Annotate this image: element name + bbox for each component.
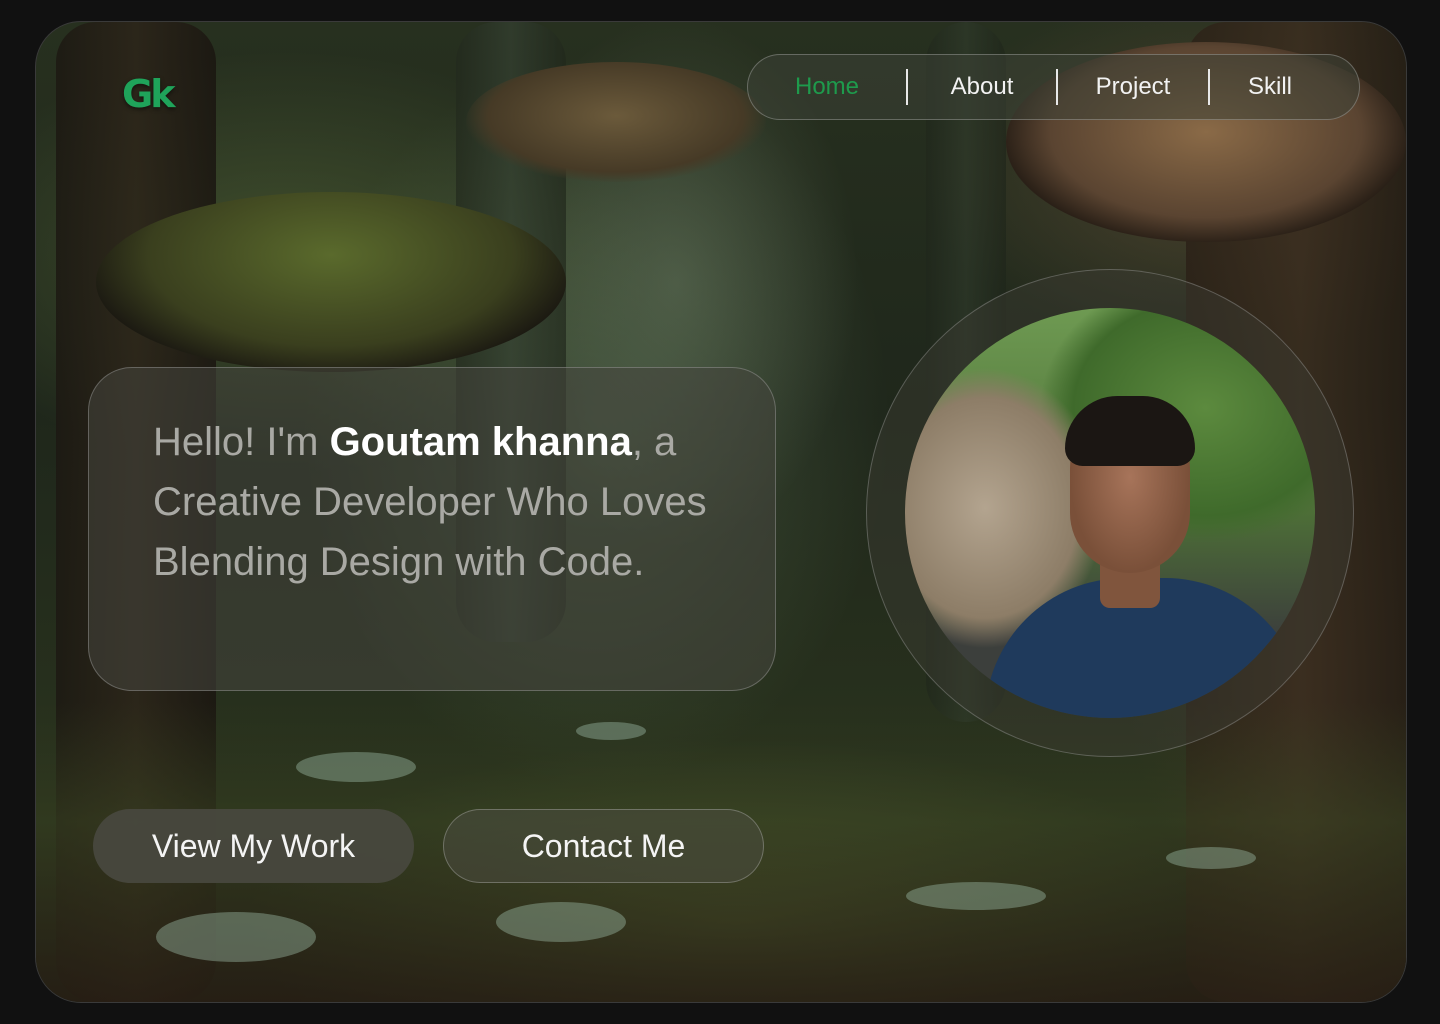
background-leaf	[296, 752, 416, 782]
nav-item-about[interactable]: About	[908, 73, 1056, 101]
background-leaf	[906, 882, 1046, 910]
nav-item-project[interactable]: Project	[1058, 73, 1208, 101]
hero-section: Gk Home About Project Skill Hello! I'm G…	[35, 21, 1407, 1003]
avatar-hair	[1065, 396, 1195, 466]
logo[interactable]: Gk	[122, 72, 175, 116]
view-my-work-button[interactable]: View My Work	[93, 809, 414, 883]
background-leaf	[496, 902, 626, 942]
background-leaf	[156, 912, 316, 962]
main-nav: Home About Project Skill	[747, 54, 1360, 120]
background-leaf	[1166, 847, 1256, 869]
background-leaf	[576, 722, 646, 740]
intro-card: Hello! I'm Goutam khanna, a Creative Dev…	[88, 367, 776, 691]
nav-item-skill[interactable]: Skill	[1210, 73, 1330, 101]
background-mushroom	[466, 62, 766, 182]
intro-greeting: Hello! I'm	[153, 420, 330, 464]
nav-item-home[interactable]: Home	[748, 73, 906, 101]
intro-text: Hello! I'm Goutam khanna, a Creative Dev…	[153, 412, 715, 592]
background-mushroom	[96, 192, 566, 372]
avatar	[905, 308, 1315, 718]
contact-me-button[interactable]: Contact Me	[443, 809, 764, 883]
intro-name: Goutam khanna	[329, 420, 632, 464]
